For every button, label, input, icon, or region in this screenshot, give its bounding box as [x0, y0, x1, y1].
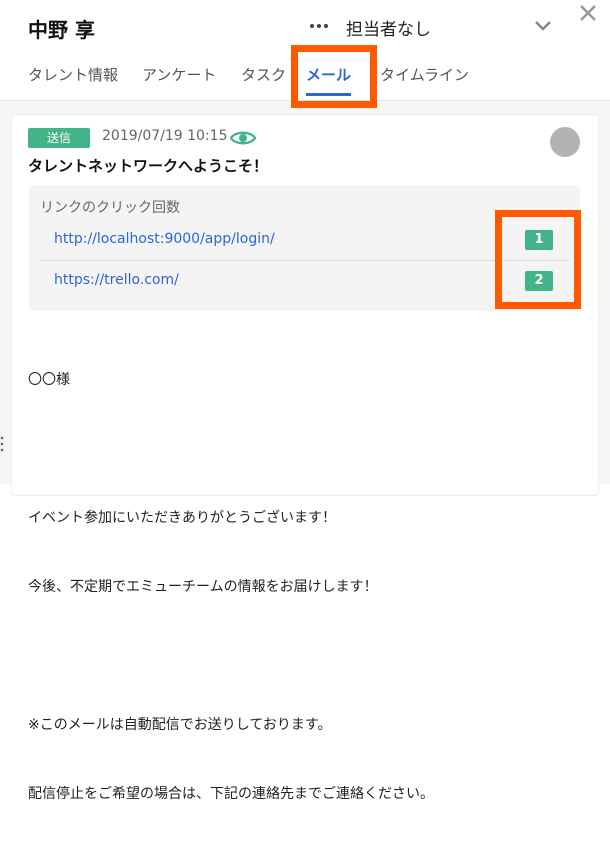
link-row: http://localhost:9000/app/login/ 1 [40, 220, 570, 261]
tab-talent-info[interactable]: タレント情報 [28, 62, 118, 96]
eye-icon [230, 131, 256, 145]
tracked-link[interactable]: https://trello.com/ [54, 272, 179, 288]
mail-card[interactable]: 送信 2019/07/19 10:15 タレントネットワークへようこそ！ リンク… [12, 115, 598, 802]
tab-mail[interactable]: メール [306, 62, 352, 96]
mail-list: 送信 2019/07/19 10:15 タレントネットワークへようこそ！ リンク… [0, 101, 610, 802]
drawer-header: 中野 享 担当者なし タレント情報 アンケート タスク メール タイムライン [0, 0, 610, 101]
click-count-badge: 2 [525, 271, 553, 291]
more-horizontal-icon[interactable] [308, 14, 330, 38]
link-click-title: リンクのクリック回数 [40, 200, 180, 216]
close-icon[interactable] [577, 2, 599, 24]
mail-body: 〇〇様 イベント参加にいただきありがとうございます！ 今後、不定期でエミューチー… [28, 323, 434, 852]
mail-body-line: 配信停止をご希望の場合は、下記の連絡先までご連絡ください。 [28, 786, 434, 802]
mail-body-line [28, 438, 434, 461]
tab-survey[interactable]: アンケート [142, 62, 216, 96]
link-row: https://trello.com/ 2 [40, 261, 570, 301]
tab-timeline[interactable]: タイムライン [380, 62, 469, 96]
link-click-panel: リンクのクリック回数 http://localhost:9000/app/log… [29, 185, 580, 311]
mail-body-line: イベント参加にいただきありがとうございます！ [28, 510, 336, 526]
mail-body-line: ※このメールは自動配信でお送りしております。 [28, 717, 332, 733]
tab-tasks[interactable]: タスク [241, 62, 286, 96]
mail-datetime: 2019/07/19 10:15 [102, 128, 228, 144]
mail-subject: タレントネットワークへようこそ！ [28, 157, 269, 175]
chevron-down-icon[interactable] [532, 14, 554, 36]
talent-name: 中野 享 [28, 18, 95, 42]
tracked-link[interactable]: http://localhost:9000/app/login/ [54, 231, 275, 247]
resize-handle-icon[interactable] [0, 434, 4, 454]
click-count-badge: 1 [525, 230, 553, 250]
status-badge: 送信 [28, 128, 90, 148]
mail-body-line [28, 645, 434, 668]
mail-body-line: 今後、不定期でエミューチームの情報をお届けします！ [28, 579, 378, 595]
tab-bar: タレント情報 アンケート タスク メール タイムライン [0, 62, 610, 98]
mail-body-line: 〇〇様 [28, 372, 70, 388]
avatar [550, 127, 580, 157]
assignee-select[interactable]: 担当者なし [346, 15, 431, 40]
